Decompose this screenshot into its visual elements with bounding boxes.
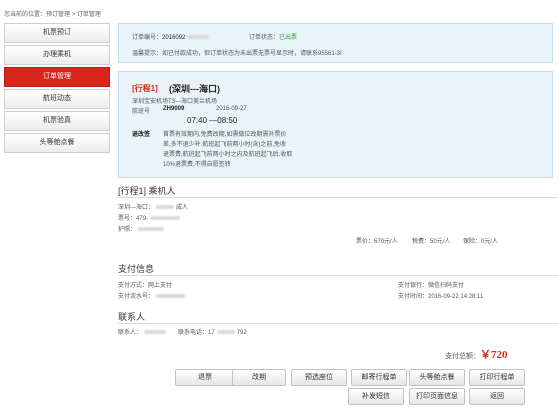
fare-insurance-label: 保险：: [463, 239, 482, 245]
blurred-text: [156, 294, 187, 299]
contact-section-title: 联系人: [118, 312, 146, 322]
order-number: 订单编号：2016092: [132, 32, 211, 41]
order-status-value: 已出票: [279, 35, 298, 41]
sidebar-item-orders[interactable]: 订单管理: [4, 67, 110, 87]
order-tip: 温馨提示：如已付款成功，但订单状态为未出票无票号显示时，请联系95561-3!: [132, 51, 342, 57]
blurred-text: [156, 205, 174, 210]
contact-name-label: 联系人：: [118, 330, 143, 336]
print-page-button[interactable]: 打印页面信息: [409, 388, 465, 405]
total-value: ￥720: [480, 349, 508, 361]
payment-time: 支付时间：2016-09-22 14:28:11: [398, 291, 483, 300]
divider: [118, 197, 558, 198]
mail-itinerary-button[interactable]: 邮寄行程单: [351, 369, 407, 386]
order-status: 订单状态：已出票: [249, 32, 297, 41]
payment-section-title: 支付信息: [118, 264, 155, 274]
order-number-value: 2016092: [162, 35, 186, 41]
payment-time-value: 2016-09-22 14:28:11: [428, 294, 484, 300]
flight-number: ZH9009: [163, 106, 185, 112]
fare-price-label: 票价：: [356, 239, 375, 245]
blurred-text: [216, 330, 235, 335]
order-status-panel: 订单编号：2016092 订单状态：已出票 温馨提示：如已付款成功，但订单状态为…: [118, 23, 553, 63]
blurred-text: [144, 330, 167, 335]
sidebar-item-flight-status[interactable]: 航班动态: [4, 89, 110, 109]
seat-selection-button[interactable]: 预选座位: [291, 369, 347, 386]
refund-rule-line: 首票有效期内,免费改期,如需做位改期需补票价: [163, 132, 287, 138]
order-number-label: 订单编号：: [132, 35, 163, 41]
change-date-button[interactable]: 改期: [232, 369, 286, 386]
payment-time-label: 支付时间：: [398, 294, 429, 300]
fare-price-value: 670元/人: [374, 239, 398, 245]
resend-sms-button[interactable]: 补发短信: [348, 388, 404, 405]
blurred-text: [150, 216, 181, 221]
refund-rule-line: 差,多不退少补.航班起飞前两小时(含)之前,免收: [163, 142, 286, 148]
refund-rules-label: 退改签: [132, 132, 151, 138]
fare-tax: 税费：50元/人: [412, 236, 450, 245]
ticket-number: 票号：479-: [118, 213, 182, 222]
passenger-type: 成人: [176, 205, 189, 211]
divider: [118, 275, 558, 276]
contact-phone-end: 792: [236, 330, 247, 336]
refund-button[interactable]: 退票: [175, 369, 235, 386]
passenger-route: 深圳---海口：: [118, 205, 154, 211]
back-button[interactable]: 返回: [469, 388, 525, 405]
passenger-section-title: [行程1] 乘机人: [118, 186, 176, 196]
payment-bank: 支付银行：微信扫码支付: [398, 280, 464, 289]
payment-bank-label: 支付银行：: [398, 283, 429, 289]
sidebar: 机票预订 办理乘机 订单管理 航班动态 机票验真 头等舱点餐: [4, 23, 110, 155]
print-itinerary-button[interactable]: 打印行程单: [469, 369, 525, 386]
refund-rule-line: 10%退票费,不得自愿签转: [163, 162, 231, 168]
payment-serial-label: 支付流水号：: [118, 294, 155, 300]
refund-rule-line: 退票费,航班起飞前两小时之内及航班起飞后,收取: [163, 152, 293, 158]
passenger-row: 深圳---海口： 成人: [118, 202, 188, 211]
divider: [118, 323, 558, 324]
contact-phone-label: 联系电话：: [178, 330, 209, 336]
payment-method: 支付方式：网上支付: [118, 280, 172, 289]
sidebar-item-verify[interactable]: 机票验真: [4, 111, 110, 131]
passport: 护照：: [118, 224, 166, 233]
trip-tag: [行程1]: [132, 84, 158, 93]
flight-time: 07:40 —08:50: [187, 116, 238, 125]
trip-airports: 深圳宝安机场T3---海口美兰机场: [132, 99, 217, 105]
flight-number-label: 航班号: [132, 109, 151, 115]
contact-phone: 联系电话：17 792: [178, 327, 247, 336]
sidebar-item-first-class-meal[interactable]: 头等舱点餐: [4, 133, 110, 153]
blurred-text: [138, 227, 165, 232]
fare-price: 票价：670元/人: [356, 236, 398, 245]
fare-tax-label: 税费：: [412, 239, 431, 245]
ticket-number-value: 479-: [136, 216, 149, 222]
passport-label: 护照：: [118, 227, 137, 233]
trip-panel: [行程1] (深圳---海口) 深圳宝安机场T3---海口美兰机场 航班号 ZH…: [118, 71, 553, 178]
contact-phone-start: 17: [208, 330, 215, 336]
flight-date: 2016-09-27: [216, 106, 247, 112]
order-status-label: 订单状态：: [249, 35, 280, 41]
ticket-number-label: 票号：: [118, 216, 137, 222]
sidebar-item-book[interactable]: 机票预订: [4, 23, 110, 43]
trip-route: (深圳---海口): [169, 84, 220, 94]
blurred-text: [187, 35, 210, 40]
contact-name: 联系人：: [118, 327, 168, 336]
breadcrumb: 您当前的位置：预订管理 > 订单管理: [4, 12, 101, 18]
total-amount: 支付总额：￥720: [445, 346, 508, 362]
total-label: 支付总额：: [445, 353, 480, 360]
sidebar-item-checkin[interactable]: 办理乘机: [4, 45, 110, 65]
payment-method-value: 网上支付: [148, 283, 173, 289]
fare-insurance-value: 0元/人: [481, 239, 499, 245]
payment-bank-value: 微信扫码支付: [428, 283, 465, 289]
fare-tax-value: 50元/人: [430, 239, 451, 245]
payment-serial: 支付流水号：: [118, 291, 188, 300]
fare-insurance: 保险：0元/人: [463, 236, 498, 245]
first-class-meal-button[interactable]: 头等舱点餐: [409, 369, 465, 386]
payment-method-label: 支付方式：: [118, 283, 149, 289]
